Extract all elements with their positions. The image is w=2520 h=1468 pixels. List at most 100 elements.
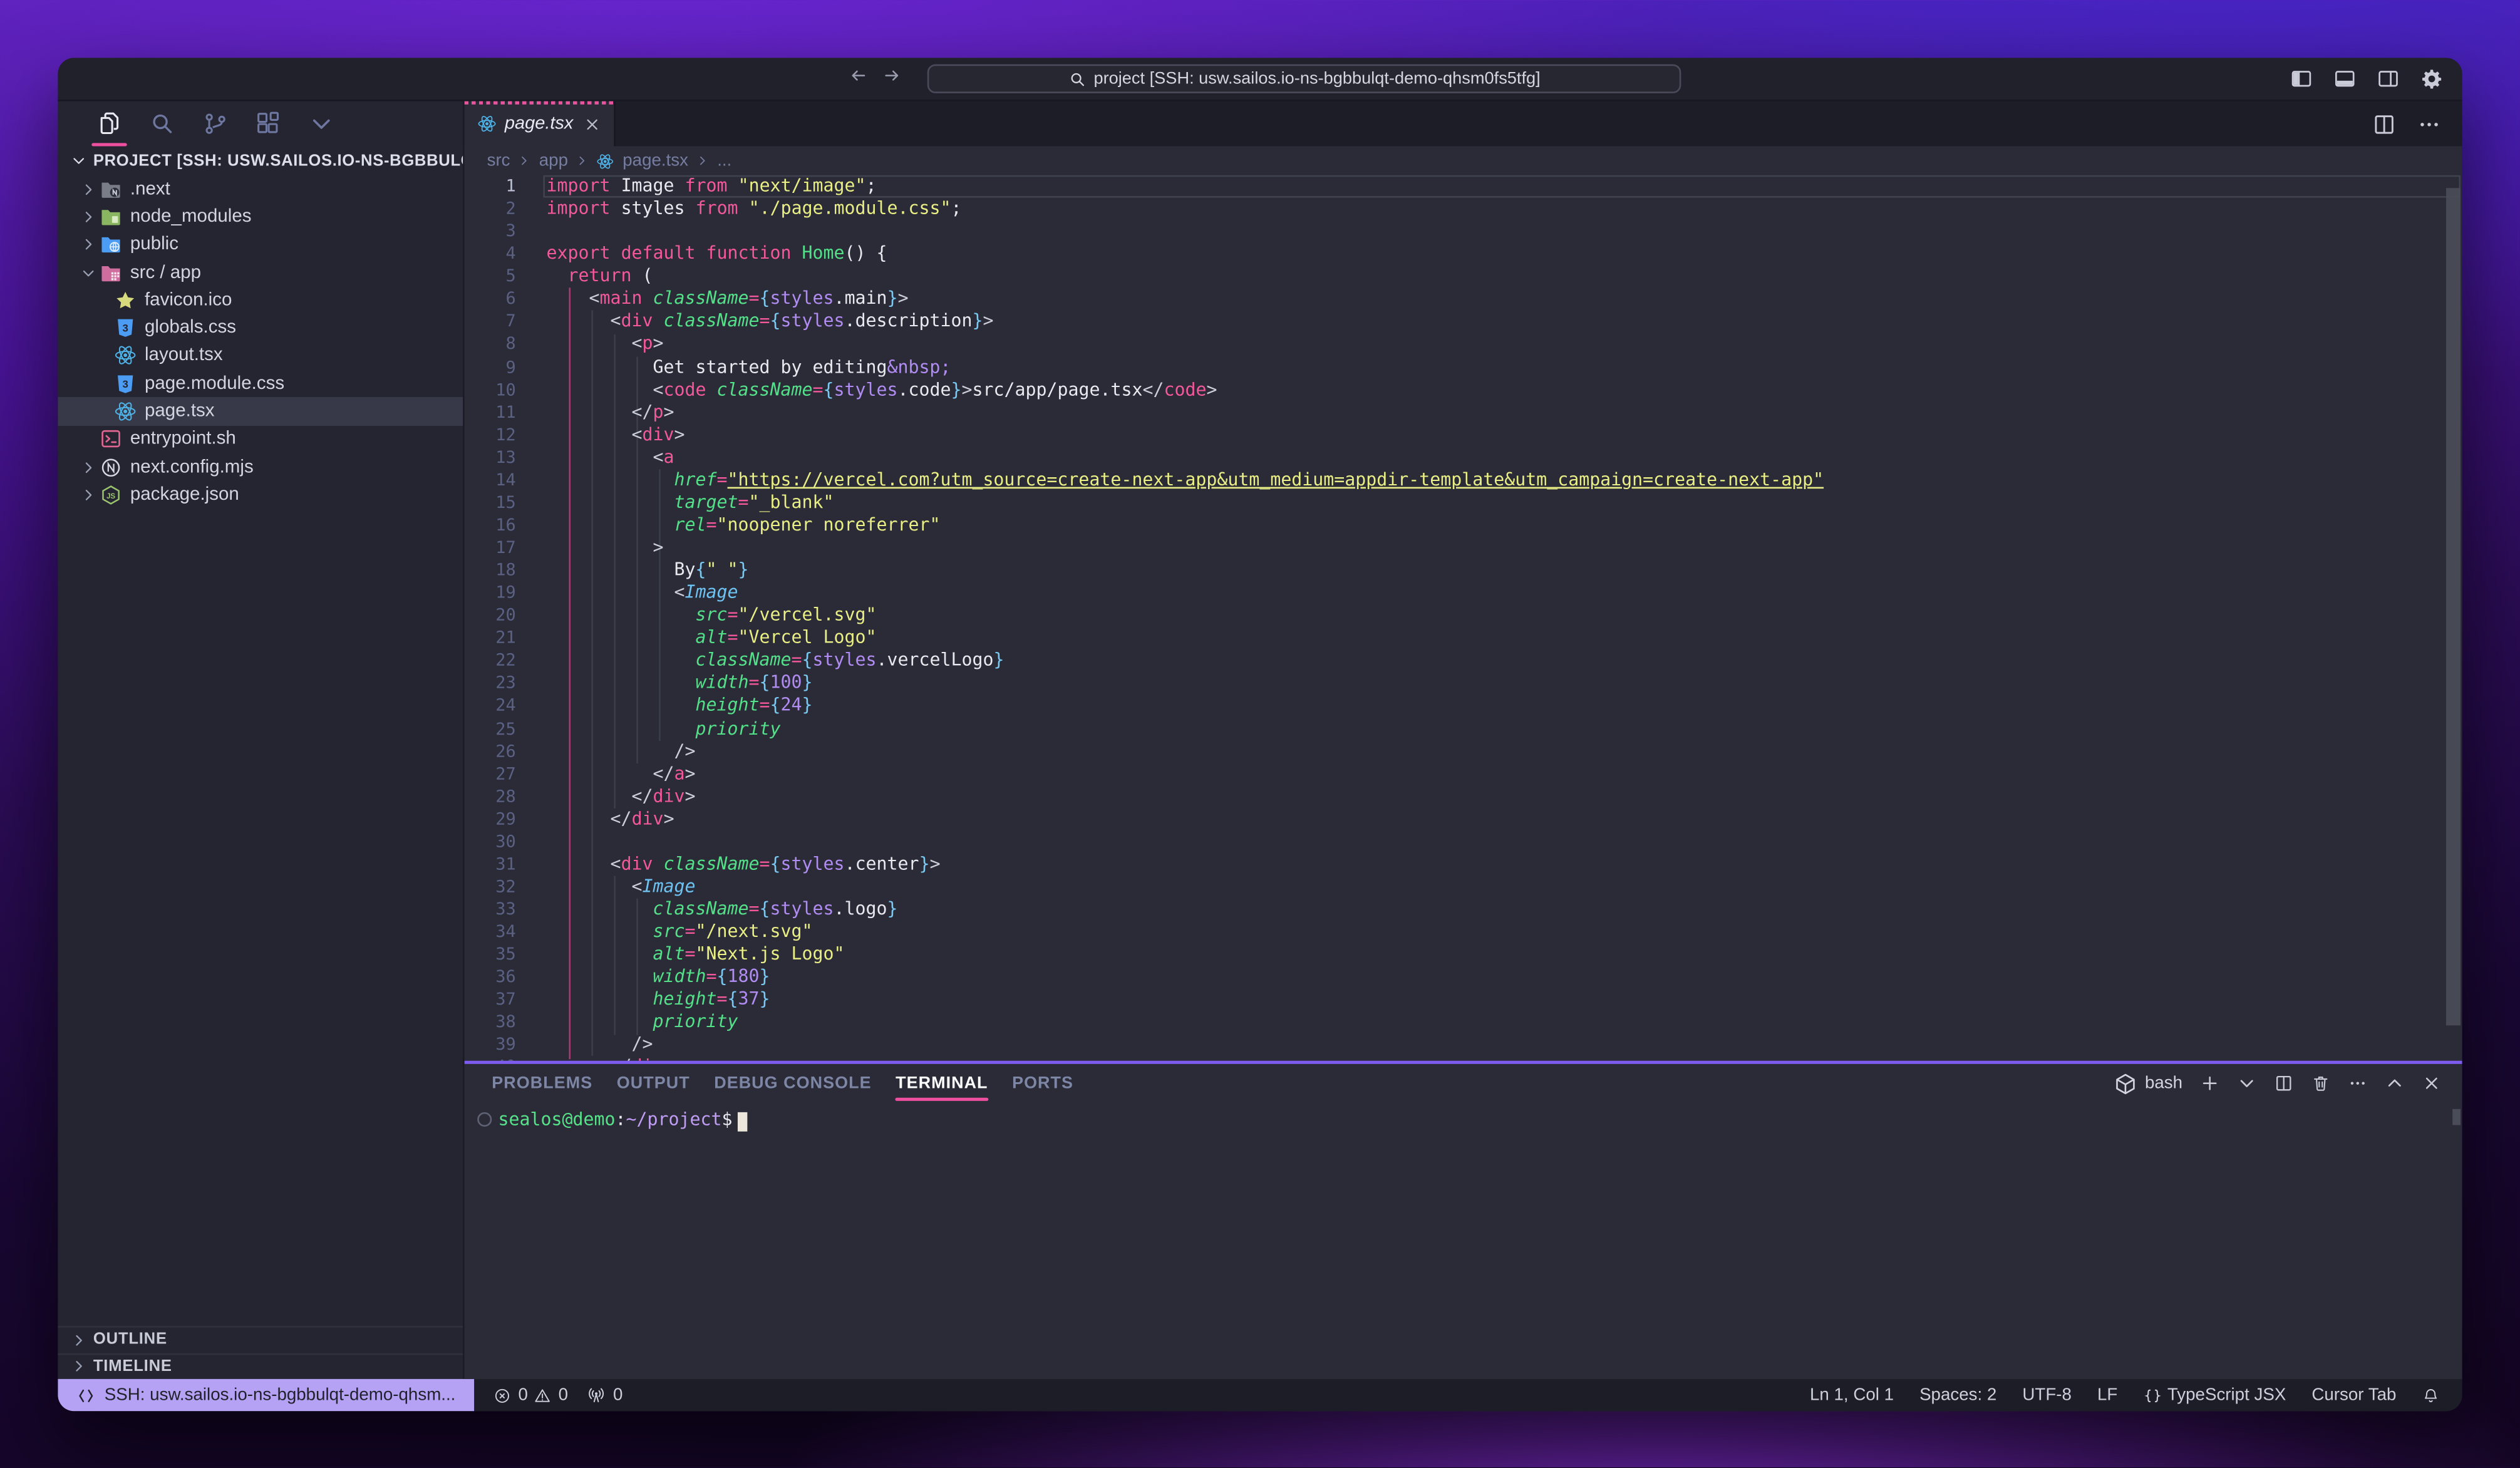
code-line-1[interactable]: 1import Image from "next/image"; xyxy=(465,175,2462,198)
split-icon[interactable] xyxy=(2372,111,2396,135)
status-cursor-tab[interactable]: Cursor Tab xyxy=(2311,1385,2396,1405)
code-line-35[interactable]: 35 alt="Next.js Logo" xyxy=(465,944,2462,966)
split-icon[interactable] xyxy=(2274,1073,2293,1093)
code-line-29[interactable]: 29 </div> xyxy=(465,808,2462,830)
ellipsis-icon[interactable] xyxy=(2348,1073,2367,1093)
code-line-27[interactable]: 27 </a> xyxy=(465,763,2462,785)
editor-scrollbar[interactable] xyxy=(2446,188,2461,1025)
code-line-21[interactable]: 21 alt="Vercel Logo" xyxy=(465,628,2462,650)
ellipsis-icon[interactable] xyxy=(2417,111,2441,135)
sidebar-section-timeline[interactable]: TIMELINE xyxy=(58,1353,463,1379)
panel-tab-terminal[interactable]: TERMINAL xyxy=(896,1064,988,1103)
code-line-3[interactable]: 3 xyxy=(465,220,2462,243)
code-line-32[interactable]: 32 <Image xyxy=(465,876,2462,898)
tree-item-next[interactable]: .next xyxy=(58,175,463,203)
tree-item-layout-tsx[interactable]: layout.tsx xyxy=(58,342,463,370)
breadcrumb-item-page-tsx[interactable]: page.tsx xyxy=(622,151,688,170)
code-line-11[interactable]: 11 </p> xyxy=(465,401,2462,424)
code-line-24[interactable]: 24 height={24} xyxy=(465,695,2462,718)
extensions-icon[interactable] xyxy=(256,111,281,137)
code-line-12[interactable]: 12 <div> xyxy=(465,424,2462,447)
code-line-23[interactable]: 23 width={100} xyxy=(465,673,2462,695)
code-line-18[interactable]: 18 By{" "} xyxy=(465,559,2462,582)
breadcrumb-item-[interactable]: ... xyxy=(717,151,731,170)
plus-icon[interactable] xyxy=(2200,1073,2219,1093)
tree-item-src-app[interactable]: src / app xyxy=(58,259,463,286)
code-line-7[interactable]: 7 <div className={styles.description}> xyxy=(465,311,2462,333)
layout-sidebar-left-icon[interactable] xyxy=(2290,68,2313,90)
tree-item-favicon-ico[interactable]: favicon.ico xyxy=(58,286,463,314)
breadcrumb-item-app[interactable]: app xyxy=(539,151,568,170)
panel-tab-problems[interactable]: PROBLEMS xyxy=(492,1064,592,1103)
tree-item-page-tsx[interactable]: page.tsx xyxy=(58,398,463,425)
code-line-38[interactable]: 38 priority xyxy=(465,1011,2462,1034)
code-line-13[interactable]: 13 <a xyxy=(465,447,2462,469)
status-typescript-jsx[interactable]: TypeScript JSX xyxy=(2143,1385,2286,1405)
code-line-37[interactable]: 37 height={37} xyxy=(465,989,2462,1011)
gear-icon[interactable] xyxy=(2420,68,2443,90)
tree-item-entrypoint-sh[interactable]: entrypoint.sh xyxy=(58,425,463,453)
remote-indicator[interactable]: SSH: usw.sailos.io-ns-bgbbulqt-demo-qhsm… xyxy=(58,1379,475,1411)
status-bell-icon[interactable] xyxy=(2422,1386,2439,1403)
code-line-14[interactable]: 14 href="https://vercel.com?utm_source=c… xyxy=(465,469,2462,492)
source-control-icon[interactable] xyxy=(202,111,228,137)
status-utf-8[interactable]: UTF-8 xyxy=(2022,1385,2072,1405)
code-line-39[interactable]: 39 /> xyxy=(465,1034,2462,1057)
close-icon[interactable] xyxy=(584,115,601,132)
tab-page-tsx[interactable]: page.tsx xyxy=(465,101,616,147)
terminal-instance-bash[interactable]: bash xyxy=(2113,1071,2182,1095)
code-line-31[interactable]: 31 <div className={styles.center}> xyxy=(465,853,2462,876)
code-line-15[interactable]: 15 target="_blank" xyxy=(465,492,2462,514)
code-line-20[interactable]: 20 src="/vercel.svg" xyxy=(465,604,2462,627)
editor[interactable]: 1import Image from "next/image";2import … xyxy=(465,175,2462,1061)
code-line-5[interactable]: 5 return ( xyxy=(465,266,2462,288)
chevron-down-icon[interactable] xyxy=(2237,1073,2256,1093)
layout-sidebar-right-icon[interactable] xyxy=(2377,68,2400,90)
code-line-22[interactable]: 22 className={styles.vercelLogo} xyxy=(465,650,2462,673)
search-icon[interactable] xyxy=(150,111,175,137)
tree-item-node-modules[interactable]: node_modules xyxy=(58,203,463,230)
code-line-28[interactable]: 28 </div> xyxy=(465,785,2462,808)
chevron-down-icon[interactable] xyxy=(309,111,334,137)
panel-tab-output[interactable]: OUTPUT xyxy=(617,1064,690,1103)
code-line-19[interactable]: 19 <Image xyxy=(465,582,2462,604)
ports-status[interactable]: 0 xyxy=(568,1385,622,1405)
terminal[interactable]: sealos@demo:~/project$ xyxy=(465,1102,2462,1378)
layout-panel-icon[interactable] xyxy=(2333,68,2356,90)
explorer-section-header[interactable]: PROJECT [SSH: USW.SAILOS.IO-NS-BGBBULQT-… xyxy=(58,147,463,175)
code-line-17[interactable]: 17 > xyxy=(465,537,2462,559)
breadcrumb-item-src[interactable]: src xyxy=(487,151,510,170)
trash-icon[interactable] xyxy=(2311,1073,2330,1093)
code-line-26[interactable]: 26 /> xyxy=(465,740,2462,763)
code-line-25[interactable]: 25 priority xyxy=(465,718,2462,740)
close-icon[interactable] xyxy=(2422,1073,2441,1093)
status-ln-1-col-1[interactable]: Ln 1, Col 1 xyxy=(1810,1385,1894,1405)
files-icon[interactable] xyxy=(96,111,122,137)
tree-item-page-module-css[interactable]: 3page.module.css xyxy=(58,370,463,397)
code-line-9[interactable]: 9 Get started by editing&nbsp; xyxy=(465,356,2462,378)
back-arrow-icon[interactable] xyxy=(849,66,868,85)
code-line-30[interactable]: 30 xyxy=(465,830,2462,853)
command-center[interactable]: project [SSH: usw.sailos.io-ns-bgbbulqt-… xyxy=(927,65,1681,93)
code-line-16[interactable]: 16 rel="noopener noreferrer" xyxy=(465,514,2462,537)
tree-item-public[interactable]: public xyxy=(58,231,463,259)
terminal-scrollbar[interactable] xyxy=(2452,1109,2461,1125)
status-spaces-2[interactable]: Spaces: 2 xyxy=(1919,1385,1996,1405)
status-lf[interactable]: LF xyxy=(2097,1385,2117,1405)
code-line-33[interactable]: 33 className={styles.logo} xyxy=(465,899,2462,921)
code-line-6[interactable]: 6 <main className={styles.main}> xyxy=(465,288,2462,311)
code-line-40[interactable]: 40 </div> xyxy=(465,1057,2462,1061)
code-line-34[interactable]: 34 src="/next.svg" xyxy=(465,921,2462,944)
tree-item-globals-css[interactable]: 3globals.css xyxy=(58,314,463,342)
chevron-up-icon[interactable] xyxy=(2385,1073,2404,1093)
tree-item-package-json[interactable]: JSpackage.json xyxy=(58,481,463,509)
code-line-8[interactable]: 8 <p> xyxy=(465,333,2462,356)
code-line-36[interactable]: 36 width={180} xyxy=(465,966,2462,989)
sidebar-section-outline[interactable]: OUTLINE xyxy=(58,1326,463,1352)
problems-status[interactable]: 0 0 xyxy=(475,1385,568,1405)
panel-tab-debug-console[interactable]: DEBUG CONSOLE xyxy=(714,1064,871,1103)
code-line-4[interactable]: 4export default function Home() { xyxy=(465,243,2462,266)
tree-item-next-config-mjs[interactable]: next.config.mjs xyxy=(58,453,463,481)
code-line-10[interactable]: 10 <code className={styles.code}>src/app… xyxy=(465,379,2462,401)
code-line-2[interactable]: 2import styles from "./page.module.css"; xyxy=(465,198,2462,220)
